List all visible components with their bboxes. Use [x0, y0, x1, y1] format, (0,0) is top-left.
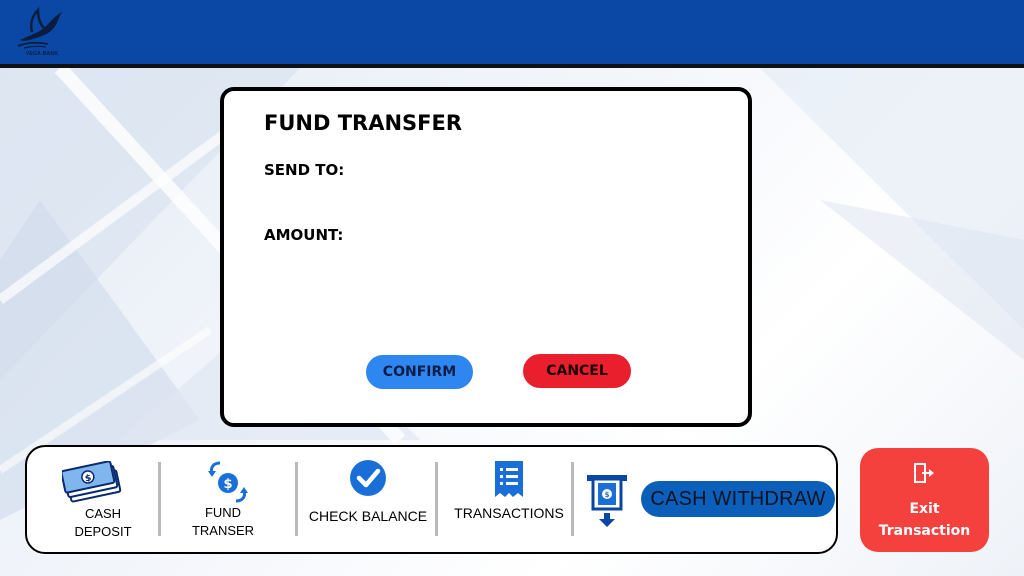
receipt-icon [495, 461, 523, 497]
top-header: VEGA BANK [0, 0, 1024, 64]
cash-deposit-label-1: CASH [84, 506, 122, 521]
menu-divider [571, 462, 574, 536]
fund-transfer-button[interactable]: $ FUND TRANSER [177, 447, 269, 552]
exit-door-icon [914, 463, 934, 483]
menu-divider [295, 462, 298, 536]
exit-transaction-button[interactable]: Exit Transaction [860, 448, 989, 552]
exit-transaction-label: Exit Transaction [860, 498, 989, 542]
cash-deposit-button[interactable]: $ CASH DEPOSIT [53, 447, 153, 552]
dove-logo-icon [17, 6, 62, 49]
check-circle-icon [350, 460, 386, 496]
cash-deposit-label-2: DEPOSIT [74, 524, 132, 539]
dialog-title: FUND TRANSFER [264, 111, 463, 135]
transactions-label: TRANSACTIONS [454, 505, 564, 521]
transactions-button[interactable]: TRANSACTIONS [447, 447, 571, 552]
fund-transfer-label-2: TRANSER [191, 523, 255, 538]
cancel-button[interactable]: CANCEL [523, 354, 631, 388]
menu-divider [435, 462, 438, 536]
svg-text:$: $ [605, 491, 610, 499]
cash-stack-icon: $ [62, 461, 122, 503]
svg-text:$: $ [223, 477, 232, 492]
exit-label-line2: Transaction [878, 523, 971, 539]
logo-text: VEGA BANK [25, 51, 59, 57]
exit-label-line1: Exit [909, 501, 940, 517]
bank-logo: VEGA BANK [14, 6, 70, 58]
cash-withdraw-label[interactable]: CASH WITHDRAW [641, 481, 835, 517]
check-balance-label: CHECK BALANCE [308, 508, 428, 524]
menu-divider [158, 462, 161, 536]
amount-label: AMOUNT: [264, 226, 344, 244]
check-balance-button[interactable]: CHECK BALANCE [303, 447, 433, 552]
fund-transfer-dialog: FUND TRANSFER SEND TO: AMOUNT: CONFIRM C… [220, 87, 752, 427]
confirm-button[interactable]: CONFIRM [366, 355, 473, 389]
header-divider [0, 64, 1024, 68]
money-transfer-icon: $ [208, 461, 248, 503]
service-menu-bar: $ CASH DEPOSIT $ FUND TRANSER CHECK BALA… [25, 445, 838, 554]
fund-transfer-label-1: FUND [204, 505, 242, 520]
atm-withdraw-icon: $ [587, 475, 627, 527]
send-to-label: SEND TO: [264, 161, 345, 179]
